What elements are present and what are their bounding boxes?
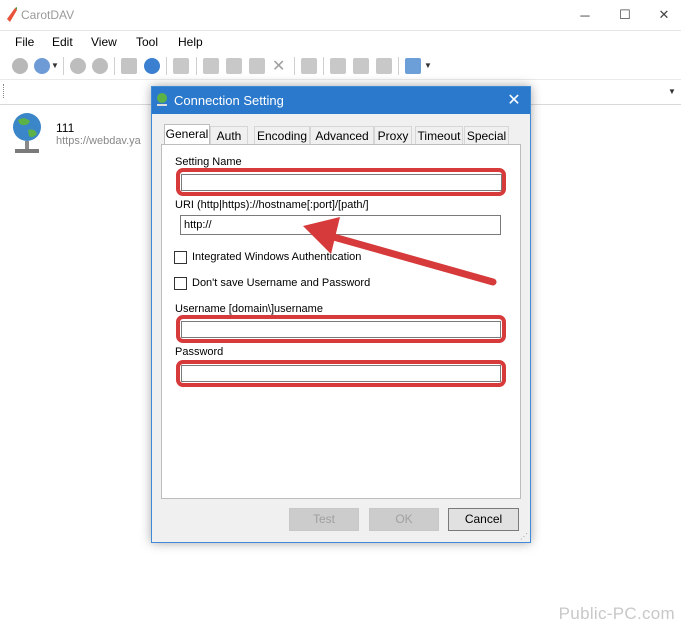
- arrow-head: [303, 217, 340, 254]
- annotation-arrow: [303, 217, 497, 286]
- watermark: Public-PC.com: [558, 604, 675, 623]
- arrow-shaft: [326, 232, 497, 286]
